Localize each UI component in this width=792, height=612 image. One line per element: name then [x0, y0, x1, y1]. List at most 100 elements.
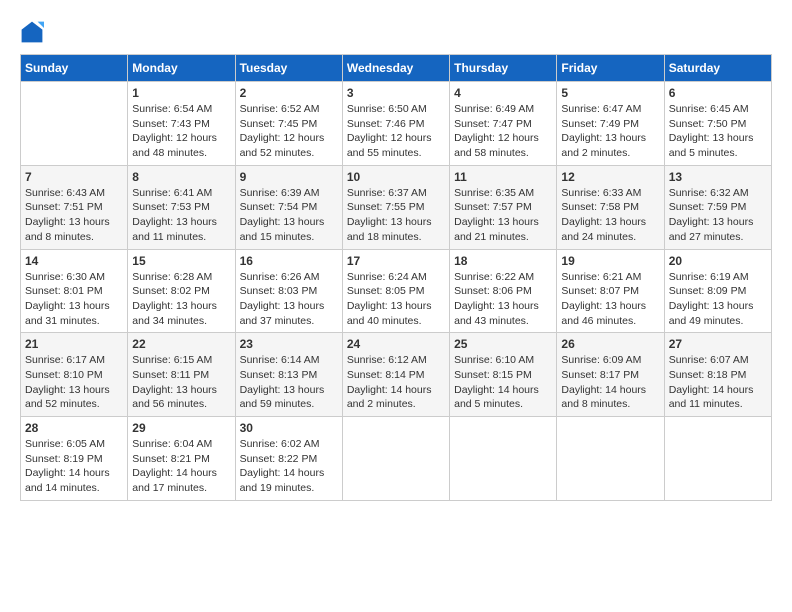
day-detail: Sunrise: 6:12 AMSunset: 8:14 PMDaylight:…: [347, 353, 445, 412]
calendar-cell: [664, 417, 771, 501]
day-detail: Sunrise: 6:09 AMSunset: 8:17 PMDaylight:…: [561, 353, 659, 412]
day-detail: Sunrise: 6:50 AMSunset: 7:46 PMDaylight:…: [347, 102, 445, 161]
day-number: 12: [561, 170, 659, 184]
weekday-header-friday: Friday: [557, 55, 664, 82]
day-number: 24: [347, 337, 445, 351]
day-number: 29: [132, 421, 230, 435]
calendar-cell: 29 Sunrise: 6:04 AMSunset: 8:21 PMDayligh…: [128, 417, 235, 501]
day-detail: Sunrise: 6:22 AMSunset: 8:06 PMDaylight:…: [454, 270, 552, 329]
calendar-week-1: 1 Sunrise: 6:54 AMSunset: 7:43 PMDaylight…: [21, 82, 772, 166]
day-detail: Sunrise: 6:07 AMSunset: 8:18 PMDaylight:…: [669, 353, 767, 412]
calendar-cell: [557, 417, 664, 501]
calendar-cell: 30 Sunrise: 6:02 AMSunset: 8:22 PMDayligh…: [235, 417, 342, 501]
day-detail: Sunrise: 6:41 AMSunset: 7:53 PMDaylight:…: [132, 186, 230, 245]
day-detail: Sunrise: 6:37 AMSunset: 7:55 PMDaylight:…: [347, 186, 445, 245]
day-detail: Sunrise: 6:24 AMSunset: 8:05 PMDaylight:…: [347, 270, 445, 329]
day-number: 23: [240, 337, 338, 351]
calendar-week-2: 7Sunrise: 6:43 AMSunset: 7:51 PMDaylight…: [21, 165, 772, 249]
calendar-cell: 6Sunrise: 6:45 AMSunset: 7:50 PMDaylight…: [664, 82, 771, 166]
day-detail: Sunrise: 6:14 AMSunset: 8:13 PMDaylight:…: [240, 353, 338, 412]
calendar-cell: 15 Sunrise: 6:28 AMSunset: 8:02 PMDayligh…: [128, 249, 235, 333]
day-number: 28: [25, 421, 123, 435]
day-detail: Sunrise: 6:49 AMSunset: 7:47 PMDaylight:…: [454, 102, 552, 161]
day-number: 11: [454, 170, 552, 184]
day-number: 17: [347, 254, 445, 268]
calendar-table: SundayMondayTuesdayWednesdayThursdayFrid…: [20, 54, 772, 501]
calendar-cell: 25 Sunrise: 6:10 AMSunset: 8:15 PMDayligh…: [450, 333, 557, 417]
calendar-cell: 16Sunrise: 6:26 AMSunset: 8:03 PMDayligh…: [235, 249, 342, 333]
calendar-cell: 4 Sunrise: 6:49 AMSunset: 7:47 PMDaylight…: [450, 82, 557, 166]
calendar-header-row: SundayMondayTuesdayWednesdayThursdayFrid…: [21, 55, 772, 82]
day-detail: Sunrise: 6:04 AMSunset: 8:21 PMDaylight:…: [132, 437, 230, 496]
weekday-header-wednesday: Wednesday: [342, 55, 449, 82]
day-detail: Sunrise: 6:39 AMSunset: 7:54 PMDaylight:…: [240, 186, 338, 245]
day-detail: Sunrise: 6:47 AMSunset: 7:49 PMDaylight:…: [561, 102, 659, 161]
calendar-cell: 7Sunrise: 6:43 AMSunset: 7:51 PMDaylight…: [21, 165, 128, 249]
weekday-header-tuesday: Tuesday: [235, 55, 342, 82]
calendar-cell: 23 Sunrise: 6:14 AMSunset: 8:13 PMDayligh…: [235, 333, 342, 417]
calendar-cell: 20 Sunrise: 6:19 AMSunset: 8:09 PMDayligh…: [664, 249, 771, 333]
calendar-cell: 17 Sunrise: 6:24 AMSunset: 8:05 PMDayligh…: [342, 249, 449, 333]
day-detail: Sunrise: 6:19 AMSunset: 8:09 PMDaylight:…: [669, 270, 767, 329]
day-detail: Sunrise: 6:10 AMSunset: 8:15 PMDaylight:…: [454, 353, 552, 412]
day-number: 9: [240, 170, 338, 184]
calendar-cell: 21Sunrise: 6:17 AMSunset: 8:10 PMDayligh…: [21, 333, 128, 417]
day-number: 19: [561, 254, 659, 268]
day-number: 4: [454, 86, 552, 100]
day-number: 5: [561, 86, 659, 100]
day-number: 16: [240, 254, 338, 268]
day-number: 14: [25, 254, 123, 268]
day-detail: Sunrise: 6:54 AMSunset: 7:43 PMDaylight:…: [132, 102, 230, 161]
day-detail: Sunrise: 6:28 AMSunset: 8:02 PMDaylight:…: [132, 270, 230, 329]
day-detail: Sunrise: 6:32 AMSunset: 7:59 PMDaylight:…: [669, 186, 767, 245]
day-number: 20: [669, 254, 767, 268]
calendar-cell: [450, 417, 557, 501]
calendar-cell: 12 Sunrise: 6:33 AMSunset: 7:58 PMDayligh…: [557, 165, 664, 249]
calendar-week-5: 28 Sunrise: 6:05 AMSunset: 8:19 PMDayligh…: [21, 417, 772, 501]
day-detail: Sunrise: 6:35 AMSunset: 7:57 PMDaylight:…: [454, 186, 552, 245]
calendar-cell: [342, 417, 449, 501]
weekday-header-saturday: Saturday: [664, 55, 771, 82]
day-number: 10: [347, 170, 445, 184]
logo: [20, 20, 48, 44]
logo-icon: [20, 20, 44, 44]
calendar-cell: 18 Sunrise: 6:22 AMSunset: 8:06 PMDayligh…: [450, 249, 557, 333]
calendar-cell: 14 Sunrise: 6:30 AMSunset: 8:01 PMDayligh…: [21, 249, 128, 333]
day-number: 6: [669, 86, 767, 100]
calendar-body: 1 Sunrise: 6:54 AMSunset: 7:43 PMDaylight…: [21, 82, 772, 501]
calendar-cell: 2Sunrise: 6:52 AMSunset: 7:45 PMDaylight…: [235, 82, 342, 166]
day-detail: Sunrise: 6:21 AMSunset: 8:07 PMDaylight:…: [561, 270, 659, 329]
calendar-cell: 1 Sunrise: 6:54 AMSunset: 7:43 PMDaylight…: [128, 82, 235, 166]
day-detail: Sunrise: 6:02 AMSunset: 8:22 PMDaylight:…: [240, 437, 338, 496]
day-number: 26: [561, 337, 659, 351]
day-detail: Sunrise: 6:05 AMSunset: 8:19 PMDaylight:…: [25, 437, 123, 496]
calendar-cell: 26 Sunrise: 6:09 AMSunset: 8:17 PMDayligh…: [557, 333, 664, 417]
calendar-cell: 5 Sunrise: 6:47 AMSunset: 7:49 PMDaylight…: [557, 82, 664, 166]
calendar-cell: 11 Sunrise: 6:35 AMSunset: 7:57 PMDayligh…: [450, 165, 557, 249]
calendar-cell: 22 Sunrise: 6:15 AMSunset: 8:11 PMDayligh…: [128, 333, 235, 417]
day-detail: Sunrise: 6:17 AMSunset: 8:10 PMDaylight:…: [25, 353, 123, 412]
day-detail: Sunrise: 6:43 AMSunset: 7:51 PMDaylight:…: [25, 186, 123, 245]
day-number: 27: [669, 337, 767, 351]
calendar-cell: 24 Sunrise: 6:12 AMSunset: 8:14 PMDayligh…: [342, 333, 449, 417]
day-number: 3: [347, 86, 445, 100]
day-detail: Sunrise: 6:33 AMSunset: 7:58 PMDaylight:…: [561, 186, 659, 245]
calendar-cell: 19 Sunrise: 6:21 AMSunset: 8:07 PMDayligh…: [557, 249, 664, 333]
day-number: 25: [454, 337, 552, 351]
calendar-cell: 27 Sunrise: 6:07 AMSunset: 8:18 PMDayligh…: [664, 333, 771, 417]
day-number: 18: [454, 254, 552, 268]
calendar-cell: 28 Sunrise: 6:05 AMSunset: 8:19 PMDayligh…: [21, 417, 128, 501]
day-number: 15: [132, 254, 230, 268]
calendar-cell: 9 Sunrise: 6:39 AMSunset: 7:54 PMDaylight…: [235, 165, 342, 249]
day-detail: Sunrise: 6:52 AMSunset: 7:45 PMDaylight:…: [240, 102, 338, 161]
day-number: 13: [669, 170, 767, 184]
weekday-header-sunday: Sunday: [21, 55, 128, 82]
day-number: 22: [132, 337, 230, 351]
calendar-cell: 13 Sunrise: 6:32 AMSunset: 7:59 PMDayligh…: [664, 165, 771, 249]
calendar-cell: [21, 82, 128, 166]
day-number: 1: [132, 86, 230, 100]
day-number: 30: [240, 421, 338, 435]
weekday-header-monday: Monday: [128, 55, 235, 82]
day-detail: Sunrise: 6:30 AMSunset: 8:01 PMDaylight:…: [25, 270, 123, 329]
day-detail: Sunrise: 6:15 AMSunset: 8:11 PMDaylight:…: [132, 353, 230, 412]
